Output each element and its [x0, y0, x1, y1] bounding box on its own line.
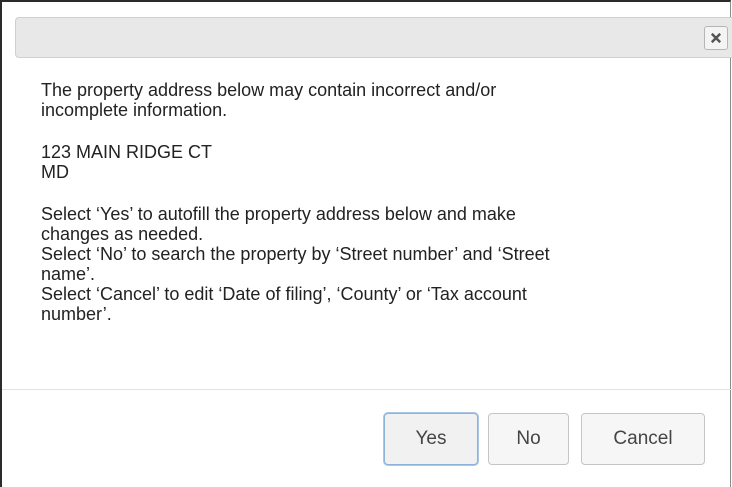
address-line-2: MD [41, 162, 69, 182]
cancel-instruction-line-1: Select ‘Cancel’ to edit ‘Date of filing’… [41, 284, 527, 304]
cancel-button[interactable]: Cancel [581, 413, 705, 465]
yes-button[interactable]: Yes [384, 413, 478, 465]
no-button[interactable]: No [488, 413, 569, 465]
close-icon [711, 32, 721, 44]
close-button[interactable] [704, 26, 728, 50]
warning-text-line-1: The property address below may contain i… [41, 80, 497, 100]
cancel-instruction-line-2: number’. [41, 304, 112, 324]
yes-instruction-line-2: changes as needed. [41, 224, 204, 244]
button-pane-divider [2, 389, 732, 390]
confirm-address-dialog: The property address below may contain i… [0, 0, 732, 487]
no-instruction-line-1: Select ‘No’ to search the property by ‘S… [41, 244, 550, 264]
warning-text-line-2: incomplete information. [41, 100, 228, 120]
dialog-titlebar [15, 17, 732, 58]
yes-instruction-line-1: Select ‘Yes’ to autofill the property ad… [41, 204, 516, 224]
address-line-1: 123 MAIN RIDGE CT [41, 142, 213, 162]
no-instruction-line-2: name’. [41, 264, 96, 284]
dialog-message: The property address below may contain i… [41, 80, 701, 324]
